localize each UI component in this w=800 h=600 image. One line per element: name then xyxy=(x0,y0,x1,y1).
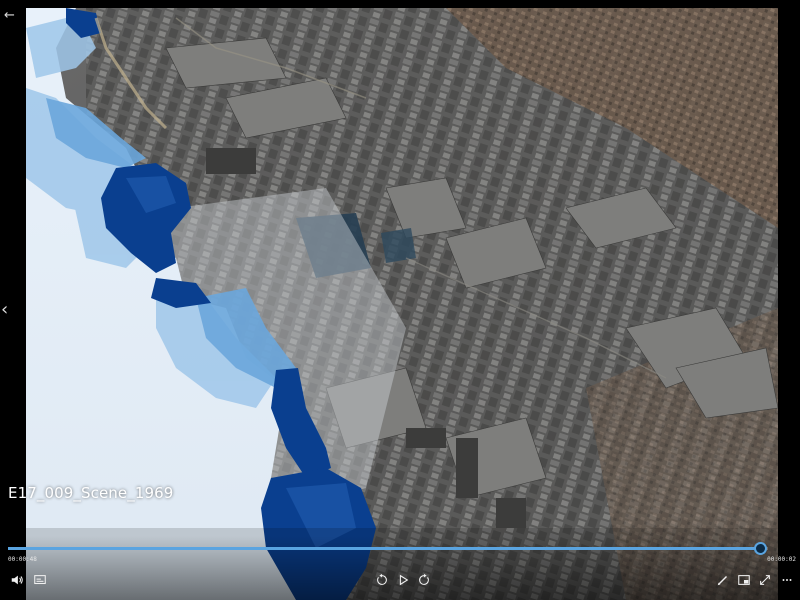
remaining-time: 00:00:02 xyxy=(767,556,796,563)
elapsed-time: 00:00:48 xyxy=(8,556,37,563)
previous-button[interactable]: ‹ xyxy=(1,300,13,320)
edit-button[interactable] xyxy=(715,572,731,588)
pen-icon xyxy=(717,576,727,586)
chevron-left-icon: ‹ xyxy=(1,299,9,320)
control-bar xyxy=(0,536,800,600)
captions-button[interactable] xyxy=(32,572,48,588)
fullscreen-icon xyxy=(760,575,770,585)
play-button[interactable] xyxy=(395,572,411,588)
back-arrow-icon: ← xyxy=(4,8,15,23)
more-options-icon xyxy=(782,579,792,581)
video-player: ← ‹ E17_009_Scene_1969 00:00:48 00:00:02 xyxy=(0,0,800,600)
volume-button[interactable] xyxy=(9,572,25,588)
captions-icon xyxy=(34,575,46,585)
skip-forward-30-icon xyxy=(419,573,429,585)
skip-forward-button[interactable] xyxy=(416,572,432,588)
seek-bar-progress xyxy=(8,547,761,550)
fullscreen-button[interactable] xyxy=(757,572,773,588)
back-button[interactable]: ← xyxy=(4,8,18,24)
volume-icon xyxy=(11,575,23,585)
seek-bar[interactable] xyxy=(8,547,768,550)
mini-view-button[interactable] xyxy=(736,572,752,588)
city-flood-scene xyxy=(26,8,778,600)
mini-view-icon xyxy=(738,575,750,585)
more-options-button[interactable] xyxy=(780,572,794,588)
skip-back-button[interactable] xyxy=(374,572,390,588)
video-frame[interactable] xyxy=(26,8,778,600)
skip-back-10-icon xyxy=(377,573,387,585)
play-icon xyxy=(399,574,409,586)
video-title: E17_009_Scene_1969 xyxy=(8,484,174,502)
